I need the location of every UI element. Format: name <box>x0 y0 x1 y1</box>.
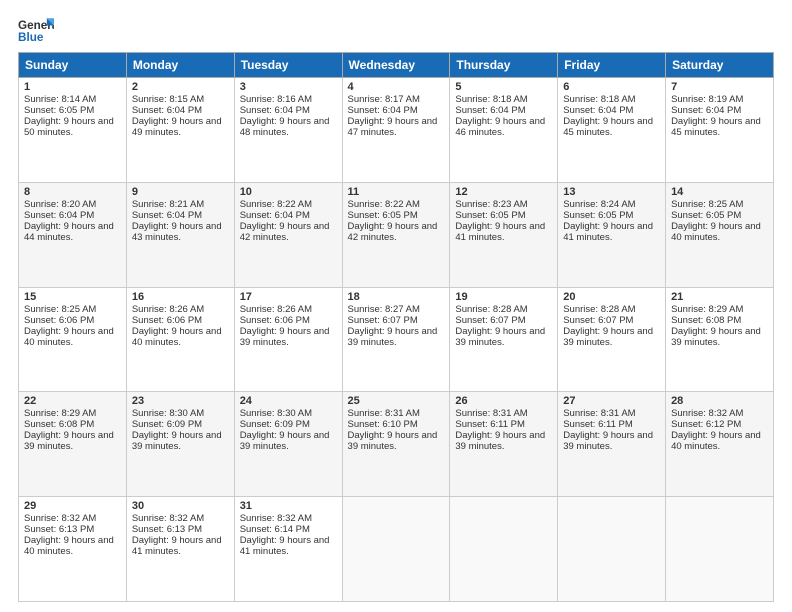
day-number: 6 <box>563 81 660 93</box>
calendar-cell: 27Sunrise: 8:31 AMSunset: 6:11 PMDayligh… <box>558 392 666 497</box>
day-number: 12 <box>455 186 552 198</box>
day-number: 2 <box>132 81 229 93</box>
day-number: 19 <box>455 291 552 303</box>
day-number: 13 <box>563 186 660 198</box>
calendar-cell <box>558 497 666 602</box>
day-number: 1 <box>24 81 121 93</box>
svg-text:Blue: Blue <box>18 31 44 44</box>
calendar-cell: 13Sunrise: 8:24 AMSunset: 6:05 PMDayligh… <box>558 182 666 287</box>
calendar-cell: 23Sunrise: 8:30 AMSunset: 6:09 PMDayligh… <box>126 392 234 497</box>
day-number: 21 <box>671 291 768 303</box>
calendar-table: SundayMondayTuesdayWednesdayThursdayFrid… <box>18 52 774 602</box>
calendar-cell <box>666 497 774 602</box>
day-number: 9 <box>132 186 229 198</box>
weekday-header-thursday: Thursday <box>450 53 558 78</box>
day-number: 10 <box>240 186 337 198</box>
day-number: 26 <box>455 395 552 407</box>
weekday-header-sunday: Sunday <box>19 53 127 78</box>
day-number: 11 <box>348 186 445 198</box>
calendar-cell: 18Sunrise: 8:27 AMSunset: 6:07 PMDayligh… <box>342 287 450 392</box>
day-number: 4 <box>348 81 445 93</box>
calendar-cell: 3Sunrise: 8:16 AMSunset: 6:04 PMDaylight… <box>234 78 342 183</box>
weekday-header-saturday: Saturday <box>666 53 774 78</box>
day-number: 5 <box>455 81 552 93</box>
day-number: 28 <box>671 395 768 407</box>
weekday-header-friday: Friday <box>558 53 666 78</box>
calendar-cell: 6Sunrise: 8:18 AMSunset: 6:04 PMDaylight… <box>558 78 666 183</box>
day-number: 15 <box>24 291 121 303</box>
calendar-cell: 29Sunrise: 8:32 AMSunset: 6:13 PMDayligh… <box>19 497 127 602</box>
day-number: 22 <box>24 395 121 407</box>
day-number: 31 <box>240 500 337 512</box>
calendar-cell: 2Sunrise: 8:15 AMSunset: 6:04 PMDaylight… <box>126 78 234 183</box>
day-number: 3 <box>240 81 337 93</box>
day-number: 8 <box>24 186 121 198</box>
calendar-cell: 22Sunrise: 8:29 AMSunset: 6:08 PMDayligh… <box>19 392 127 497</box>
calendar-cell: 10Sunrise: 8:22 AMSunset: 6:04 PMDayligh… <box>234 182 342 287</box>
day-number: 30 <box>132 500 229 512</box>
calendar-cell: 20Sunrise: 8:28 AMSunset: 6:07 PMDayligh… <box>558 287 666 392</box>
calendar-cell: 4Sunrise: 8:17 AMSunset: 6:04 PMDaylight… <box>342 78 450 183</box>
calendar-page: General Blue SundayMondayTuesdayWednesda… <box>0 0 792 612</box>
calendar-cell: 30Sunrise: 8:32 AMSunset: 6:13 PMDayligh… <box>126 497 234 602</box>
calendar-cell: 16Sunrise: 8:26 AMSunset: 6:06 PMDayligh… <box>126 287 234 392</box>
calendar-cell: 1Sunrise: 8:14 AMSunset: 6:05 PMDaylight… <box>19 78 127 183</box>
calendar-cell: 19Sunrise: 8:28 AMSunset: 6:07 PMDayligh… <box>450 287 558 392</box>
calendar-cell <box>450 497 558 602</box>
day-number: 18 <box>348 291 445 303</box>
weekday-header-monday: Monday <box>126 53 234 78</box>
logo-icon: General Blue <box>18 16 54 44</box>
calendar-cell: 9Sunrise: 8:21 AMSunset: 6:04 PMDaylight… <box>126 182 234 287</box>
calendar-cell: 11Sunrise: 8:22 AMSunset: 6:05 PMDayligh… <box>342 182 450 287</box>
weekday-header-tuesday: Tuesday <box>234 53 342 78</box>
weekday-header-wednesday: Wednesday <box>342 53 450 78</box>
calendar-cell <box>342 497 450 602</box>
day-number: 17 <box>240 291 337 303</box>
day-number: 24 <box>240 395 337 407</box>
calendar-cell: 24Sunrise: 8:30 AMSunset: 6:09 PMDayligh… <box>234 392 342 497</box>
day-number: 14 <box>671 186 768 198</box>
calendar-cell: 21Sunrise: 8:29 AMSunset: 6:08 PMDayligh… <box>666 287 774 392</box>
calendar-cell: 12Sunrise: 8:23 AMSunset: 6:05 PMDayligh… <box>450 182 558 287</box>
calendar-cell: 14Sunrise: 8:25 AMSunset: 6:05 PMDayligh… <box>666 182 774 287</box>
day-number: 23 <box>132 395 229 407</box>
day-number: 29 <box>24 500 121 512</box>
calendar-cell: 31Sunrise: 8:32 AMSunset: 6:14 PMDayligh… <box>234 497 342 602</box>
calendar-cell: 26Sunrise: 8:31 AMSunset: 6:11 PMDayligh… <box>450 392 558 497</box>
day-number: 20 <box>563 291 660 303</box>
calendar-cell: 15Sunrise: 8:25 AMSunset: 6:06 PMDayligh… <box>19 287 127 392</box>
logo: General Blue <box>18 16 54 44</box>
calendar-cell: 8Sunrise: 8:20 AMSunset: 6:04 PMDaylight… <box>19 182 127 287</box>
calendar-cell: 5Sunrise: 8:18 AMSunset: 6:04 PMDaylight… <box>450 78 558 183</box>
calendar-cell: 17Sunrise: 8:26 AMSunset: 6:06 PMDayligh… <box>234 287 342 392</box>
day-number: 7 <box>671 81 768 93</box>
day-number: 25 <box>348 395 445 407</box>
calendar-cell: 28Sunrise: 8:32 AMSunset: 6:12 PMDayligh… <box>666 392 774 497</box>
day-number: 16 <box>132 291 229 303</box>
header: General Blue <box>18 16 774 44</box>
calendar-cell: 25Sunrise: 8:31 AMSunset: 6:10 PMDayligh… <box>342 392 450 497</box>
calendar-cell: 7Sunrise: 8:19 AMSunset: 6:04 PMDaylight… <box>666 78 774 183</box>
day-number: 27 <box>563 395 660 407</box>
